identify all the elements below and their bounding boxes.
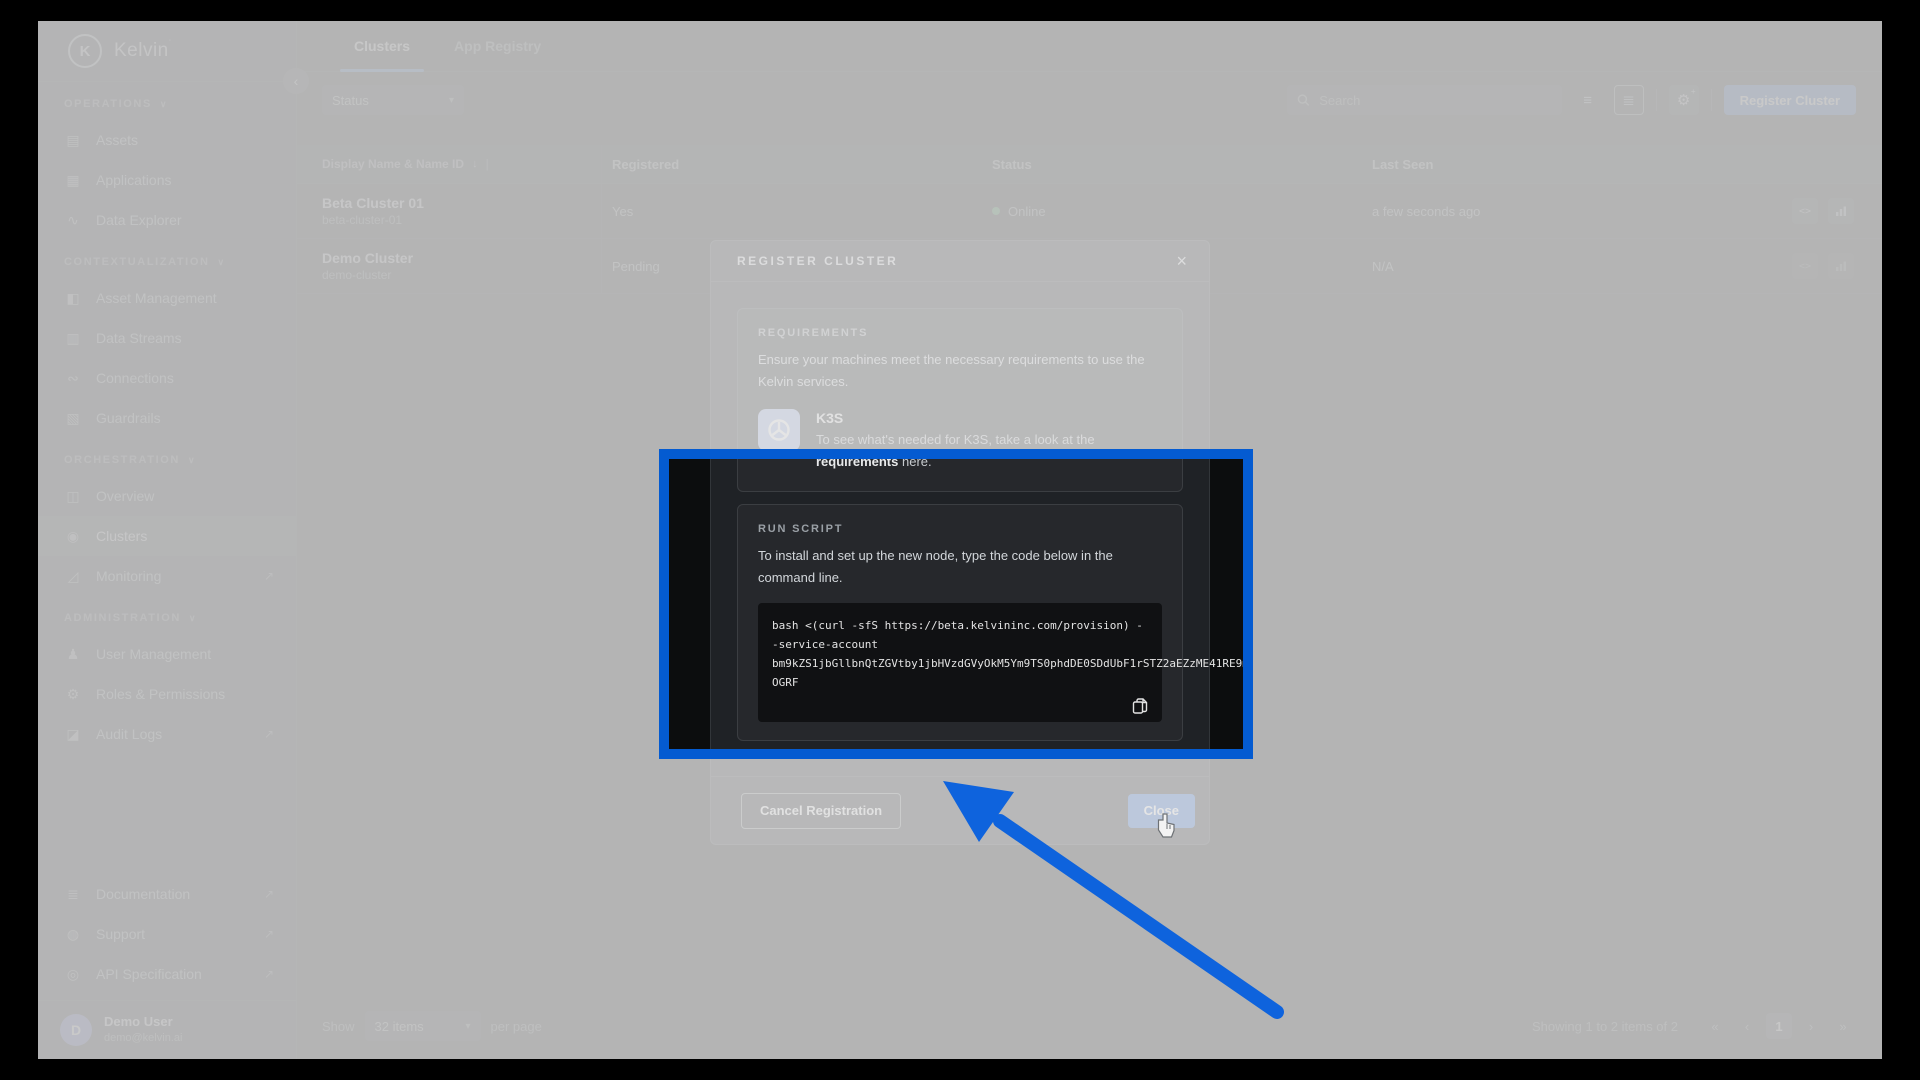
code-line: OGRF bbox=[772, 673, 1148, 692]
run-script-card: RUN SCRIPT To install and set up the new… bbox=[737, 504, 1183, 741]
code-line: bm9kZS1jbGllbnQtZGVtby1jbHVzdGVyOkM5Ym9T… bbox=[772, 654, 1148, 673]
register-cluster-modal: REGISTER CLUSTER × REQUIREMENTS Ensure y… bbox=[710, 240, 1210, 845]
requirements-label: REQUIREMENTS bbox=[758, 327, 1162, 339]
requirements-description: Ensure your machines meet the necessary … bbox=[758, 349, 1162, 393]
modal-title: REGISTER CLUSTER bbox=[737, 254, 898, 268]
k3s-description: To see what's needed for K3S, take a loo… bbox=[816, 429, 1162, 473]
screenshot-canvas: K Kelvin˙ ‹ OPERATIONS ∨ ▤ Assets ▦ Appl… bbox=[0, 0, 1920, 1080]
modal-footer: Cancel Registration Close bbox=[711, 776, 1209, 844]
k3s-title: K3S bbox=[816, 409, 1162, 427]
modal-header: REGISTER CLUSTER × bbox=[711, 241, 1209, 282]
requirements-link[interactable]: requirements bbox=[816, 454, 898, 469]
copy-icon[interactable] bbox=[1132, 698, 1148, 714]
run-script-description: To install and set up the new node, type… bbox=[758, 545, 1162, 589]
requirements-card: REQUIREMENTS Ensure your machines meet t… bbox=[737, 308, 1183, 492]
run-script-label: RUN SCRIPT bbox=[758, 523, 1162, 535]
cancel-registration-button[interactable]: Cancel Registration bbox=[741, 793, 901, 829]
close-icon[interactable]: × bbox=[1176, 252, 1187, 270]
provision-code-block[interactable]: bash <(curl -sfS https://beta.kelvininc.… bbox=[758, 603, 1162, 722]
k3s-logo-icon bbox=[758, 409, 800, 451]
app-window: K Kelvin˙ ‹ OPERATIONS ∨ ▤ Assets ▦ Appl… bbox=[38, 21, 1882, 1059]
code-line: bash <(curl -sfS https://beta.kelvininc.… bbox=[772, 616, 1148, 654]
close-button[interactable]: Close bbox=[1128, 794, 1195, 828]
